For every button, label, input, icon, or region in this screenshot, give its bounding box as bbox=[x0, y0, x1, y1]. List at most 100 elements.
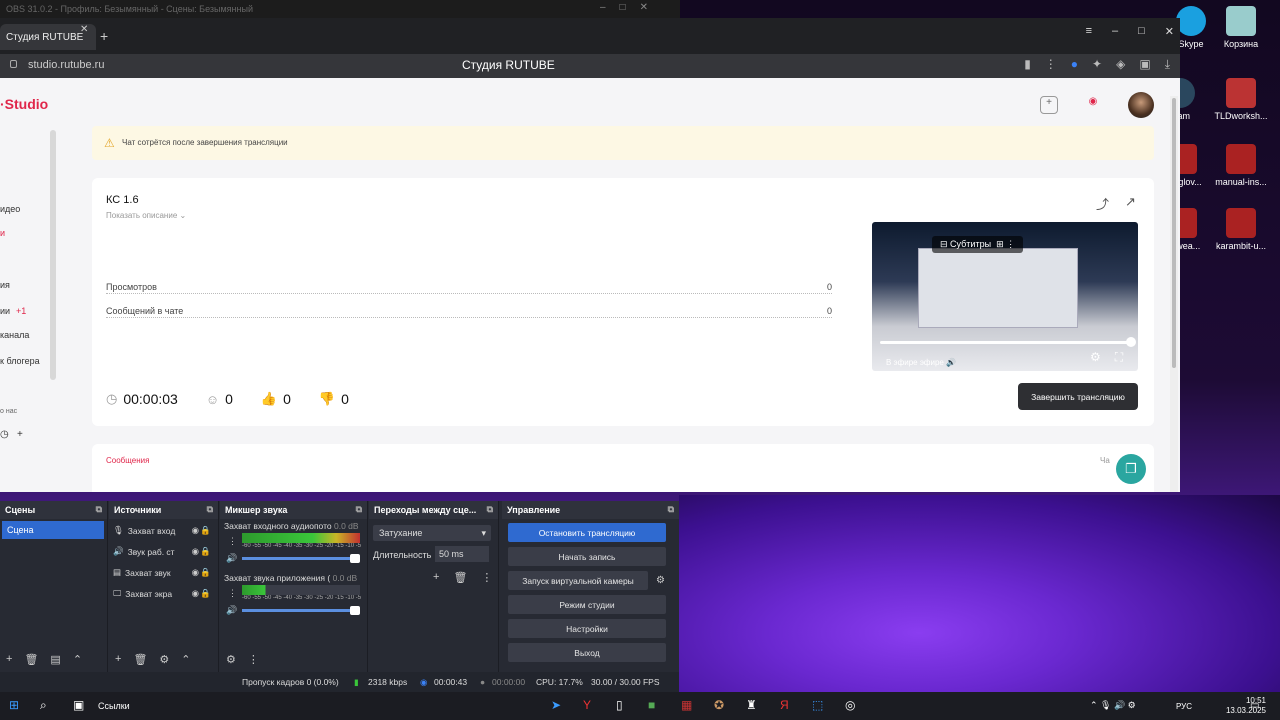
scene-item[interactable]: Сцена bbox=[2, 521, 104, 539]
studio-mode-button[interactable]: Режим студии bbox=[508, 595, 666, 614]
new-tab-icon[interactable]: + bbox=[100, 28, 108, 44]
copy-fab-icon[interactable]: ❐ bbox=[1116, 454, 1146, 484]
source-item[interactable]: 🔊 Звук раб. ст ◉ 🔒 bbox=[113, 546, 213, 557]
sidebar-item[interactable]: ии bbox=[0, 306, 10, 316]
lock-icon[interactable]: 🔒 bbox=[200, 546, 211, 557]
download-icon[interactable]: ⤓ bbox=[1165, 57, 1170, 72]
minimize-icon[interactable]: – bbox=[1112, 25, 1118, 38]
channel-menu-icon[interactable]: ⋮ bbox=[228, 588, 237, 599]
yandex-icon[interactable]: Я bbox=[780, 698, 789, 712]
start-recording-button[interactable]: Начать запись bbox=[508, 547, 666, 566]
desktop-icon-archive[interactable]: manual-ins... bbox=[1210, 144, 1272, 187]
lock-icon[interactable]: 🔒 bbox=[200, 525, 211, 536]
lock-icon[interactable]: 🔒 bbox=[200, 567, 211, 578]
trash-icon[interactable]: 🗑 bbox=[24, 653, 38, 666]
dock-float-icon[interactable]: ⧉ bbox=[356, 504, 362, 515]
snipping-tool-icon[interactable]: ⬚ bbox=[812, 698, 823, 712]
external-link-icon[interactable]: ↗ bbox=[1125, 194, 1136, 213]
collections-icon[interactable]: ▣ bbox=[1139, 57, 1150, 72]
settings-button[interactable]: Настройки bbox=[508, 619, 666, 638]
minecraft-icon[interactable]: ■ bbox=[648, 698, 655, 712]
puzzle-icon[interactable]: ✦ bbox=[1092, 57, 1102, 72]
up-icon[interactable]: ⌃ bbox=[181, 653, 190, 666]
source-item[interactable]: 🖵 Захват экра ◉ 🔒 bbox=[113, 588, 213, 599]
sidebar-item[interactable]: и bbox=[0, 228, 5, 238]
tab-close-icon[interactable]: ✕ bbox=[80, 24, 88, 35]
settings-gear-icon[interactable]: ⚙ bbox=[1090, 350, 1101, 365]
browser-scroll-thumb[interactable] bbox=[1172, 98, 1176, 368]
clock[interactable]: 10:51 13.03.2025 bbox=[1226, 696, 1266, 716]
visibility-icon[interactable]: ◉ bbox=[192, 546, 199, 557]
dock-float-icon[interactable]: ⧉ bbox=[96, 504, 102, 515]
add-icon[interactable]: + bbox=[115, 653, 121, 666]
obs-icon[interactable]: ◎ bbox=[845, 698, 855, 712]
source-item[interactable]: ▤ Захват звук ◉ 🔒 bbox=[113, 567, 213, 578]
visibility-icon[interactable]: ◉ bbox=[192, 588, 199, 599]
maximize-icon[interactable]: □ bbox=[1138, 25, 1145, 38]
game-icon[interactable]: ✪ bbox=[714, 698, 724, 712]
tab-messages[interactable]: Сообщения bbox=[106, 456, 149, 465]
dock-float-icon[interactable]: ⧉ bbox=[487, 504, 493, 515]
obs-window-controls[interactable]: –□✕ bbox=[600, 2, 662, 13]
studio-logo[interactable]: ·Studio bbox=[0, 96, 48, 112]
virtual-camera-button[interactable]: Запуск виртуальной камеры bbox=[508, 571, 648, 590]
video-progress-knob[interactable] bbox=[1126, 337, 1136, 347]
stop-stream-button[interactable]: Остановить трансляцию bbox=[508, 523, 666, 542]
volume-fader[interactable] bbox=[242, 554, 360, 563]
transition-select[interactable]: Затухание ▾ bbox=[373, 525, 491, 541]
menu-icon[interactable]: ≡ bbox=[1086, 25, 1092, 38]
telegram-icon[interactable]: ➤ bbox=[551, 698, 561, 712]
fullscreen-icon[interactable]: ⛶ bbox=[1115, 350, 1123, 365]
avatar[interactable] bbox=[1128, 92, 1154, 118]
filter-icon[interactable]: ▤ bbox=[50, 653, 60, 666]
up-icon[interactable]: ⌃ bbox=[73, 653, 82, 666]
visibility-icon[interactable]: ◉ bbox=[192, 567, 199, 578]
sidebar-item[interactable]: канала bbox=[0, 330, 29, 340]
video-player[interactable]: ⊟ Субтитры ⊞ ⋮ В эфире эфире 🔊 ⚙ ⛶ bbox=[872, 222, 1138, 371]
volume-fader[interactable] bbox=[242, 606, 360, 615]
chat-tab-right[interactable]: Ча bbox=[1100, 456, 1110, 465]
bell-icon[interactable]: ◉ bbox=[1084, 96, 1102, 114]
language-indicator[interactable]: РУС bbox=[1176, 702, 1192, 711]
show-description-link[interactable]: Показать описание ⌄ bbox=[106, 211, 186, 220]
video-progress-bar[interactable] bbox=[880, 341, 1130, 344]
end-stream-button[interactable]: Завершить трансляцию bbox=[1018, 383, 1138, 410]
sidebar-item[interactable]: идео bbox=[0, 204, 20, 214]
speaker-icon[interactable]: 🔊 bbox=[226, 553, 237, 564]
gear-icon[interactable]: ⚙ bbox=[226, 653, 236, 666]
fader-knob[interactable] bbox=[350, 606, 360, 615]
tray-icons[interactable]: ⌃ 🎙 🔊 ⚙ bbox=[1090, 700, 1136, 711]
sidebar-item[interactable]: к блогера bbox=[0, 356, 40, 366]
more-icon[interactable]: ⋮ bbox=[248, 653, 259, 666]
winrar-icon[interactable]: ▦ bbox=[681, 698, 692, 712]
duration-input[interactable]: 50 ms bbox=[435, 546, 489, 562]
sidebar-link[interactable]: о нас bbox=[0, 408, 17, 415]
bookmark-icon[interactable]: ▮ bbox=[1024, 57, 1031, 72]
add-icon[interactable]: + bbox=[433, 571, 439, 584]
close-icon[interactable]: ✕ bbox=[1165, 25, 1174, 38]
gear-icon[interactable]: ⚙ bbox=[656, 575, 665, 586]
exit-button[interactable]: Выход bbox=[508, 643, 666, 662]
speaker-icon[interactable]: 🔊 bbox=[226, 605, 237, 616]
share-icon[interactable]: ⤴ bbox=[1096, 194, 1109, 213]
url-field[interactable]: studio.rutube.ru bbox=[28, 59, 104, 71]
add-icon[interactable]: + bbox=[1040, 96, 1058, 114]
desktop-icon-recycle-bin[interactable]: Корзина bbox=[1210, 6, 1272, 49]
visibility-icon[interactable]: ◉ bbox=[192, 525, 199, 536]
yandex-browser-icon[interactable]: Y bbox=[583, 698, 591, 712]
extension-icon[interactable]: ● bbox=[1071, 57, 1078, 72]
taskbar-search-label[interactable]: Ссылки bbox=[98, 701, 130, 711]
desktop-icon-archive[interactable]: TLDworksh... bbox=[1210, 78, 1272, 121]
windows-start-icon[interactable]: ⊞ bbox=[9, 698, 19, 712]
sidebar-item[interactable]: ия bbox=[0, 280, 10, 290]
more-icon[interactable]: ⋮ bbox=[1045, 57, 1057, 72]
sidebar-footer-icons[interactable]: ◷ + bbox=[0, 429, 23, 440]
file-icon[interactable]: ▯ bbox=[616, 698, 623, 712]
trash-icon[interactable]: 🗑 bbox=[133, 653, 147, 666]
desktop-icon-archive[interactable]: karambit-u... bbox=[1210, 208, 1272, 251]
dock-float-icon[interactable]: ⧉ bbox=[668, 504, 674, 515]
dock-float-icon[interactable]: ⧉ bbox=[207, 504, 213, 515]
sidebar-scrollbar[interactable] bbox=[50, 130, 56, 380]
lock-icon[interactable]: 🔒 bbox=[200, 588, 211, 599]
shield-icon[interactable]: ◈ bbox=[1116, 57, 1125, 72]
